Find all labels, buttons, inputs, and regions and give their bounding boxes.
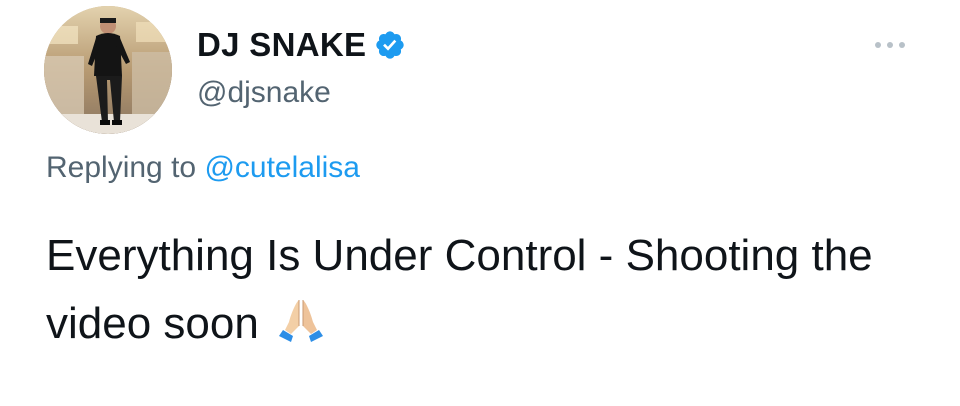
more-dots-icon [875,42,905,48]
tweet-text-content: Everything Is Under Control - Shooting t… [46,231,873,348]
author-handle[interactable]: @djsnake [197,76,331,110]
more-button[interactable] [868,30,912,60]
avatar-image [44,6,172,134]
avatar[interactable] [44,6,172,134]
replying-to: Replying to @cutelalisa [46,151,360,185]
display-name[interactable]: DJ SNAKE [197,26,366,64]
author-name-row[interactable]: DJ SNAKE [197,26,406,64]
replying-to-label: Replying to [46,151,205,184]
folded-hands-emoji [277,296,325,344]
tweet-text: Everything Is Under Control - Shooting t… [46,222,926,358]
reply-mention-link[interactable]: @cutelalisa [204,151,360,184]
verified-badge-icon [374,29,406,61]
tweet-card[interactable]: DJ SNAKE @djsnake Replying to @cutelalis… [0,0,960,406]
